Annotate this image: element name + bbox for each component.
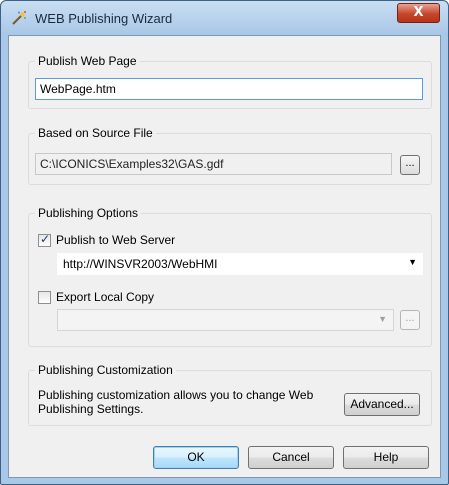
close-button[interactable]: X	[397, 3, 440, 23]
chevron-down-icon: ▼	[408, 257, 417, 267]
server-url-value: http://WINSVR2003/WebHMI	[63, 257, 218, 271]
chevron-down-icon: ▼	[378, 314, 387, 324]
browse-local-button[interactable]: ...	[400, 310, 420, 330]
customization-description-line1: Publishing customization allows you to c…	[38, 388, 314, 402]
source-file-path: C:\ICONICS\Examples32\GAS.gdf	[35, 153, 392, 175]
export-local-copy-label: Export Local Copy	[56, 290, 155, 304]
wizard-window: WEB Publishing Wizard X Publish Web Page…	[0, 0, 449, 485]
ok-button[interactable]: OK	[153, 446, 239, 469]
cancel-button[interactable]: Cancel	[248, 446, 334, 469]
export-local-copy-option[interactable]: Export Local Copy	[38, 290, 198, 306]
publishing-options-label: Publishing Options	[35, 206, 142, 220]
customization-label: Publishing Customization	[35, 363, 176, 377]
publish-to-server-option[interactable]: Publish to Web Server	[38, 232, 198, 249]
local-path-dropdown[interactable]: ▼	[57, 309, 394, 331]
customization-description: Publishing customization allows you to c…	[38, 388, 328, 416]
help-button[interactable]: Help	[343, 446, 429, 469]
export-local-copy-checkbox[interactable]	[38, 291, 51, 304]
advanced-button[interactable]: Advanced...	[344, 393, 420, 416]
browse-source-button[interactable]: ...	[400, 155, 420, 175]
title-bar[interactable]: WEB Publishing Wizard X	[1, 1, 448, 35]
publish-web-page-label: Publish Web Page	[35, 54, 140, 68]
web-page-name-input[interactable]: WebPage.htm	[35, 78, 423, 100]
server-url-dropdown[interactable]: http://WINSVR2003/WebHMI ▼	[57, 253, 423, 275]
window-title: WEB Publishing Wizard	[35, 11, 173, 26]
customization-description-line2: Publishing Settings.	[38, 402, 144, 416]
source-file-label: Based on Source File	[35, 126, 156, 140]
publish-to-server-checkbox[interactable]	[38, 232, 51, 247]
wizard-wand-icon	[11, 10, 27, 26]
dialog-body: Publish Web Page WebPage.htm Based on So…	[8, 35, 441, 478]
publish-to-server-label: Publish to Web Server	[56, 233, 176, 247]
